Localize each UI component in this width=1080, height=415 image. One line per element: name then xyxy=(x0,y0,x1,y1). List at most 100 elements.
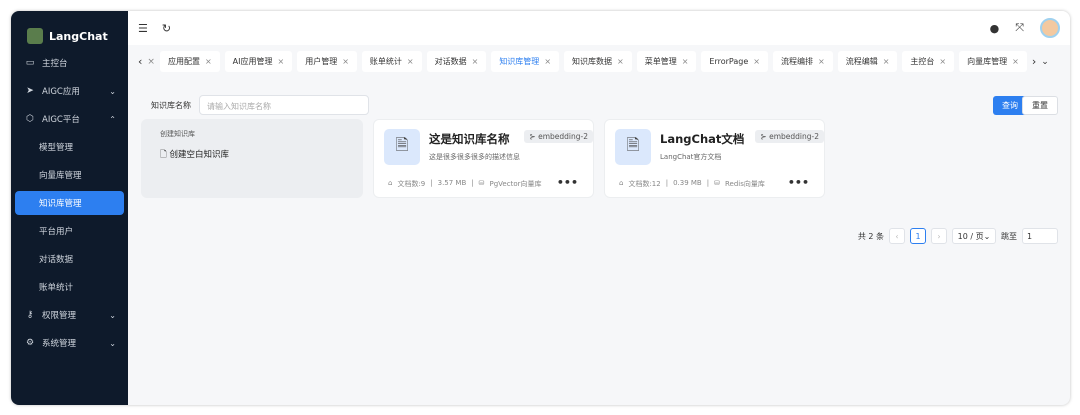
prev-page-button[interactable]: ‹ xyxy=(889,228,905,244)
collapse-menu-icon[interactable]: ☰ xyxy=(138,22,148,35)
jump-input[interactable]: 1 xyxy=(1022,228,1058,244)
tab-label: 知识库数据 xyxy=(572,57,613,66)
tab[interactable]: 菜单管理 × xyxy=(636,51,697,72)
close-icon[interactable]: × xyxy=(278,57,285,66)
sidebar-item[interactable]: 知识库管理 xyxy=(15,191,124,215)
sidebar-item-label: 对话数据 xyxy=(39,255,74,265)
total-count: 共 2 条 xyxy=(857,231,884,241)
vector-store: PgVector向量库 xyxy=(489,180,542,188)
tab[interactable]: 用户管理 × xyxy=(297,51,357,72)
cube-icon: ⬡ xyxy=(26,114,34,124)
kb-card[interactable]: 🗎 这是知识库名称 这是很多很多很多的描述信息 ⊱ embedding-2 ⌂ 文… xyxy=(373,119,594,198)
refresh-icon[interactable]: ↻ xyxy=(162,22,171,35)
sidebar-item[interactable]: ▭ 主控台 xyxy=(11,49,128,77)
kb-card[interactable]: 🗎 LangChat文档 LangChat官方文档 ⊱ embedding-2 … xyxy=(604,119,825,198)
tab-label: 流程编辑 xyxy=(845,57,878,66)
vector-store: Redis向量库 xyxy=(724,180,765,188)
tab-label: 账单统计 xyxy=(369,57,402,66)
sidebar-item[interactable]: ⚷ 权限管理 ⌄ xyxy=(11,301,128,329)
fullscreen-icon[interactable]: ⤧ xyxy=(1015,21,1024,35)
sidebar: LangChat ▭ 主控台 ➤ AIGC应用 ⌄ ⬡ AIGC平台 ⌃ 模型管理向量库管理知识… xyxy=(11,11,128,405)
close-icon[interactable]: × xyxy=(544,57,551,66)
page-size-select[interactable]: 10 / 页 ⌄ xyxy=(952,228,996,244)
sidebar-item-label: 平台用户 xyxy=(39,227,74,237)
close-icon[interactable]: × xyxy=(1012,57,1019,66)
gear-icon: ⚙ xyxy=(25,338,35,348)
tab[interactable]: 向量库管理 × xyxy=(959,51,1027,72)
main-content: 知识库名称 请输入知识库名称 查询 重置 创建知识库 🗋 创建空白知识库 🗎 这… xyxy=(128,78,1070,405)
kb-desc: LangChat官方文档 xyxy=(660,153,722,161)
kb-desc: 这是很多很多很多的描述信息 xyxy=(429,153,520,161)
kb-name: 这是知识库名称 xyxy=(429,132,510,146)
close-icon[interactable]: × xyxy=(205,57,212,66)
kb-size: 3.57 MB xyxy=(437,179,467,187)
model-name: embedding-2 xyxy=(769,132,819,141)
tab-label: 知识库管理 xyxy=(499,57,540,66)
tab-label: 菜单管理 xyxy=(644,57,677,66)
sidebar-item[interactable]: 对话数据 xyxy=(11,245,128,273)
close-icon[interactable]: × xyxy=(753,57,760,66)
close-icon[interactable]: × xyxy=(939,57,946,66)
app-window: LangChat ▭ 主控台 ➤ AIGC应用 ⌄ ⬡ AIGC平台 ⌃ 模型管理 向量库管理 知识… xyxy=(11,11,1070,405)
sidebar-item[interactable]: ⚙ 系统管理 ⌄ xyxy=(11,329,128,357)
sidebar-item[interactable]: ⬡ AIGC平台 ⌃ xyxy=(11,105,128,133)
tab-dropdown-icon[interactable]: ⌄ xyxy=(1041,57,1049,67)
tab[interactable]: 应用配置 × xyxy=(159,51,220,72)
close-icon[interactable]: × xyxy=(617,57,624,66)
jump-label: 跳至 xyxy=(1001,231,1017,241)
close-icon[interactable]: × xyxy=(883,57,890,66)
pagination: 共 2 条 ‹ 1 › 10 / 页 ⌄ 跳至 1 xyxy=(858,228,1058,244)
tab[interactable]: 流程编辑 × xyxy=(837,51,898,72)
app-title: LangChat xyxy=(49,29,108,43)
tab[interactable]: ErrorPage × xyxy=(701,51,768,72)
tab[interactable]: 账单统计 × xyxy=(361,51,422,72)
create-kb-card[interactable]: 创建知识库 🗋 创建空白知识库 xyxy=(141,119,363,198)
github-icon[interactable]: ● xyxy=(990,22,1000,35)
chevron-icon: ⌃ xyxy=(109,114,116,124)
close-icon[interactable]: × xyxy=(342,57,349,66)
kb-name: LangChat文档 xyxy=(660,132,745,146)
sidebar-item[interactable]: 向量库管理 xyxy=(11,161,128,189)
key-icon: ⚷ xyxy=(26,310,34,320)
close-icon[interactable]: × xyxy=(818,57,825,66)
close-icon[interactable]: × xyxy=(682,57,689,66)
kb-name-input[interactable]: 请输入知识库名称 xyxy=(199,95,369,115)
page-button[interactable]: 1 xyxy=(910,228,926,244)
sidebar-item-label: 向量库管理 xyxy=(39,171,82,181)
sidebar-item-label: 权限管理 xyxy=(42,311,77,321)
tab[interactable]: 知识库管理 × xyxy=(491,51,560,72)
file-icon: 🗋 xyxy=(160,150,167,160)
close-icon[interactable]: × xyxy=(147,57,155,67)
tab[interactable]: AI应用管理 × xyxy=(224,51,293,72)
sidebar-item[interactable]: ➤ AIGC应用 ⌄ xyxy=(11,77,128,105)
more-icon[interactable]: ••• xyxy=(557,176,578,189)
tab-label: 流程编排 xyxy=(781,57,813,66)
tab[interactable]: 对话数据 × xyxy=(426,51,487,72)
close-icon[interactable]: × xyxy=(472,57,479,66)
tab-scroll-left-icon[interactable]: ‹ xyxy=(138,55,142,68)
tab-scroll-right-icon[interactable]: › xyxy=(1032,55,1036,68)
avatar[interactable] xyxy=(1040,18,1060,38)
sidebar-item-label: 知识库管理 xyxy=(39,199,82,209)
sidebar-item[interactable]: 账单统计 xyxy=(11,273,128,301)
reset-button[interactable]: 重置 xyxy=(1022,96,1058,115)
document-icon: 🗎 xyxy=(615,129,651,165)
sidebar-item[interactable]: 模型管理 xyxy=(11,133,128,161)
tab-label: 应用配置 xyxy=(167,57,200,66)
sidebar-item-label: 主控台 xyxy=(42,59,68,69)
logo: LangChat xyxy=(11,11,128,49)
database-icon: ⛁ xyxy=(714,179,720,187)
document-icon: 🗎 xyxy=(384,129,420,165)
tab-label: 向量库管理 xyxy=(967,57,1008,66)
sidebar-item[interactable]: 平台用户 xyxy=(11,217,128,245)
search-label: 知识库名称 xyxy=(151,100,191,110)
tab[interactable]: 主控台 × xyxy=(902,51,955,72)
tab[interactable]: 知识库数据 × xyxy=(564,51,632,72)
more-icon[interactable]: ••• xyxy=(788,176,809,189)
create-blank-kb[interactable]: 创建空白知识库 xyxy=(170,150,230,160)
close-icon[interactable]: × xyxy=(407,57,414,66)
create-kb-title: 创建知识库 xyxy=(160,130,195,138)
tab[interactable]: 流程编排 × xyxy=(773,51,833,72)
next-page-button[interactable]: › xyxy=(931,228,947,244)
doc-count: 文档数:12 xyxy=(628,180,661,188)
